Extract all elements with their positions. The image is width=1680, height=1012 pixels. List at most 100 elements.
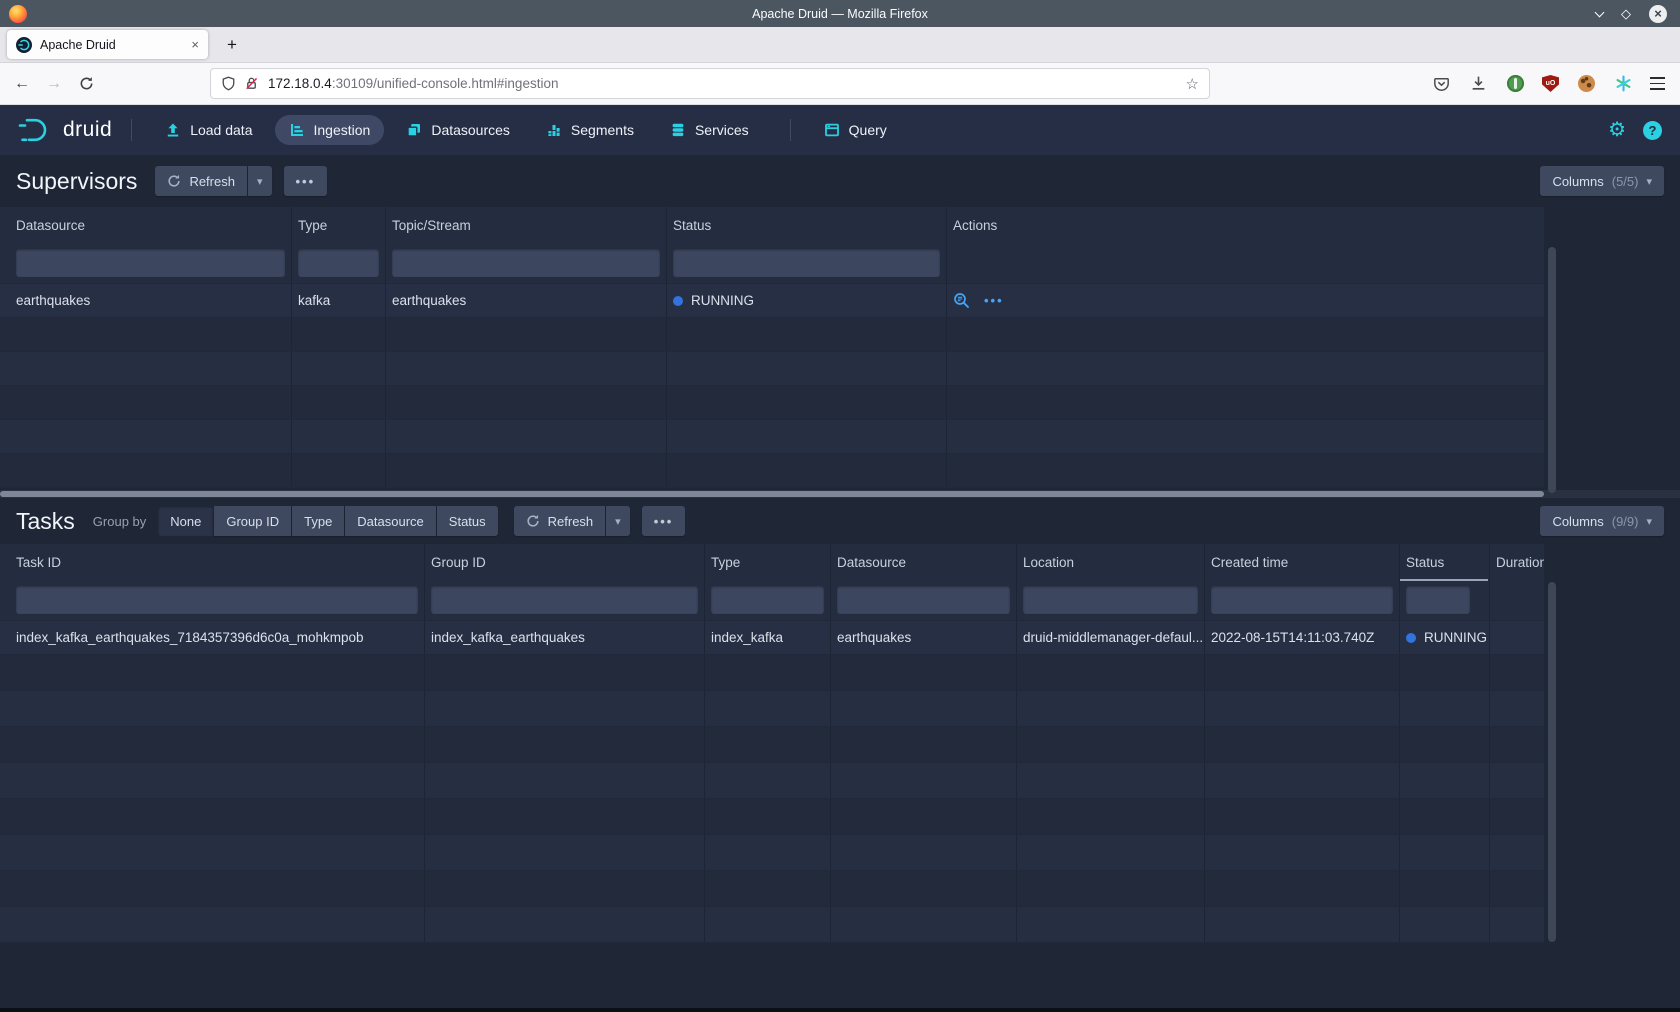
back-button-icon[interactable]: ← xyxy=(6,75,38,93)
caret-down-icon: ▾ xyxy=(257,175,263,188)
supervisors-more-button[interactable]: ••• xyxy=(284,166,328,196)
tasks-title: Tasks xyxy=(16,508,75,535)
pocket-icon[interactable] xyxy=(1431,74,1451,94)
ublock-origin-icon[interactable]: uO xyxy=(1542,75,1559,92)
filter-datasource-input[interactable] xyxy=(16,249,285,277)
supervisor-topic: earthquakes xyxy=(386,284,667,317)
browser-tab-apache-druid[interactable]: Apache Druid × xyxy=(7,30,208,59)
tracking-shield-icon[interactable] xyxy=(221,76,236,91)
supervisor-status-label: RUNNING xyxy=(691,293,754,308)
filter-created-time-input[interactable] xyxy=(1211,586,1393,614)
filter-type-input[interactable] xyxy=(711,586,824,614)
window-minimize-icon[interactable] xyxy=(1595,7,1605,17)
supervisors-table-header: Datasource Type Topic/Stream Status Acti… xyxy=(0,207,1544,244)
filter-datasource-input[interactable] xyxy=(837,586,1010,614)
tasks-header: Tasks Group by None Group ID Type Dataso… xyxy=(0,498,1680,544)
col-header-datasource[interactable]: Datasource xyxy=(0,207,292,244)
new-tab-button[interactable]: + xyxy=(217,31,247,59)
nav-services[interactable]: Services xyxy=(656,115,763,145)
menu-hamburger-icon[interactable] xyxy=(1650,77,1665,89)
col-header-topic-stream[interactable]: Topic/Stream xyxy=(386,207,667,244)
cookie-extension-icon[interactable] xyxy=(1576,74,1596,94)
col-header-type[interactable]: Type xyxy=(292,207,386,244)
nav-load-data[interactable]: Load data xyxy=(151,115,266,145)
task-row[interactable]: index_kafka_earthquakes_7184357396d6c0a_… xyxy=(0,621,1544,655)
tasks-more-button[interactable]: ••• xyxy=(642,506,686,536)
supervisors-vertical-scrollbar[interactable] xyxy=(1548,247,1556,493)
insecure-lock-icon[interactable] xyxy=(244,76,259,91)
col-header-status[interactable]: Status xyxy=(667,207,947,244)
col-header-type[interactable]: Type xyxy=(705,544,831,581)
empty-row xyxy=(0,420,1544,454)
group-by-type-button[interactable]: Type xyxy=(292,506,344,536)
supervisor-row[interactable]: earthquakes kafka earthquakes RUNNING ••… xyxy=(0,284,1544,318)
col-header-group-id[interactable]: Group ID xyxy=(425,544,705,581)
group-by-status-button[interactable]: Status xyxy=(437,506,498,536)
nav-query[interactable]: Query xyxy=(810,115,901,145)
window-maximize-icon[interactable]: ◇ xyxy=(1621,7,1631,20)
filter-status-input[interactable] xyxy=(673,249,940,277)
empty-row xyxy=(0,799,1544,835)
ingestion-icon xyxy=(289,122,305,138)
supervisors-columns-button[interactable]: Columns (5/5) ▾ xyxy=(1540,166,1664,196)
group-by-group-id-button[interactable]: Group ID xyxy=(214,506,291,536)
supervisor-datasource: earthquakes xyxy=(0,284,292,317)
filter-status-input[interactable] xyxy=(1406,586,1470,614)
console-main: Supervisors Refresh ▾ ••• Columns (5/5) … xyxy=(0,155,1680,1012)
task-created-time: 2022-08-15T14:11:03.740Z xyxy=(1205,621,1400,654)
filter-group-id-input[interactable] xyxy=(431,586,698,614)
task-group-id: index_kafka_earthquakes xyxy=(425,621,705,654)
caret-down-icon: ▾ xyxy=(1646,175,1652,188)
extension-asterisk-icon[interactable] xyxy=(1613,74,1633,94)
tasks-vertical-scrollbar[interactable] xyxy=(1548,582,1556,942)
window-close-icon[interactable]: × xyxy=(1649,5,1667,23)
downloads-icon[interactable] xyxy=(1468,74,1488,94)
tasks-refresh-caret-button[interactable]: ▾ xyxy=(606,506,630,536)
col-header-status-sorted[interactable]: Status xyxy=(1400,544,1490,581)
col-header-location[interactable]: Location xyxy=(1017,544,1205,581)
reload-button-icon[interactable] xyxy=(70,76,102,91)
col-header-datasource[interactable]: Datasource xyxy=(831,544,1017,581)
help-icon[interactable]: ? xyxy=(1643,121,1662,140)
col-header-actions: Actions xyxy=(947,207,1544,244)
forward-button-icon[interactable]: → xyxy=(38,75,70,93)
supervisors-header: Supervisors Refresh ▾ ••• Columns (5/5) … xyxy=(0,155,1680,207)
settings-gear-icon[interactable]: ⚙ xyxy=(1608,120,1626,140)
druid-navbar: druid Load data Ingestion Datasources Se… xyxy=(0,105,1680,155)
col-header-task-id[interactable]: Task ID xyxy=(0,544,425,581)
nav-ingestion[interactable]: Ingestion xyxy=(275,115,385,145)
task-datasource: earthquakes xyxy=(831,621,1017,654)
status-dot-icon xyxy=(1406,633,1416,643)
tasks-refresh-button[interactable]: Refresh xyxy=(514,506,606,536)
supervisors-refresh-button[interactable]: Refresh xyxy=(155,166,247,196)
group-by-datasource-button[interactable]: Datasource xyxy=(345,506,435,536)
window-titlebar: Apache Druid — Mozilla Firefox ◇ × xyxy=(0,0,1680,27)
filter-location-input[interactable] xyxy=(1023,586,1198,614)
tasks-columns-button[interactable]: Columns (9/9) ▾ xyxy=(1540,506,1664,536)
bookmark-star-icon[interactable]: ☆ xyxy=(1186,75,1199,93)
extension-green-icon[interactable] xyxy=(1505,74,1525,94)
supervisors-columns-count: (5/5) xyxy=(1612,174,1639,189)
supervisors-filter-row xyxy=(0,244,1544,284)
url-bar[interactable]: 172.18.0.4:30109/unified-console.html#in… xyxy=(210,68,1210,99)
col-header-duration[interactable]: Duration xyxy=(1490,544,1544,581)
filter-topic-stream-input[interactable] xyxy=(392,249,660,277)
filter-type-input[interactable] xyxy=(298,249,379,277)
supervisors-refresh-caret-button[interactable]: ▾ xyxy=(248,166,272,196)
nav-datasources[interactable]: Datasources xyxy=(392,115,524,145)
horizontal-scrollbar-thumb[interactable] xyxy=(0,491,1544,497)
filter-task-id-input[interactable] xyxy=(16,586,418,614)
nav-divider xyxy=(131,119,132,141)
tab-close-icon[interactable]: × xyxy=(191,37,199,52)
refresh-icon xyxy=(167,174,181,188)
group-by-none-button[interactable]: None xyxy=(158,506,213,536)
tab-title: Apache Druid xyxy=(40,38,116,52)
nav-segments[interactable]: Segments xyxy=(532,115,648,145)
col-header-created-time[interactable]: Created time xyxy=(1205,544,1400,581)
view-details-magnifier-icon[interactable] xyxy=(953,292,970,309)
horizontal-scrollbar[interactable] xyxy=(0,490,1680,498)
task-status: RUNNING xyxy=(1400,621,1490,654)
supervisors-columns-label: Columns xyxy=(1552,174,1603,189)
druid-brand[interactable]: druid xyxy=(18,117,112,143)
row-more-actions-icon[interactable]: ••• xyxy=(984,293,1004,308)
